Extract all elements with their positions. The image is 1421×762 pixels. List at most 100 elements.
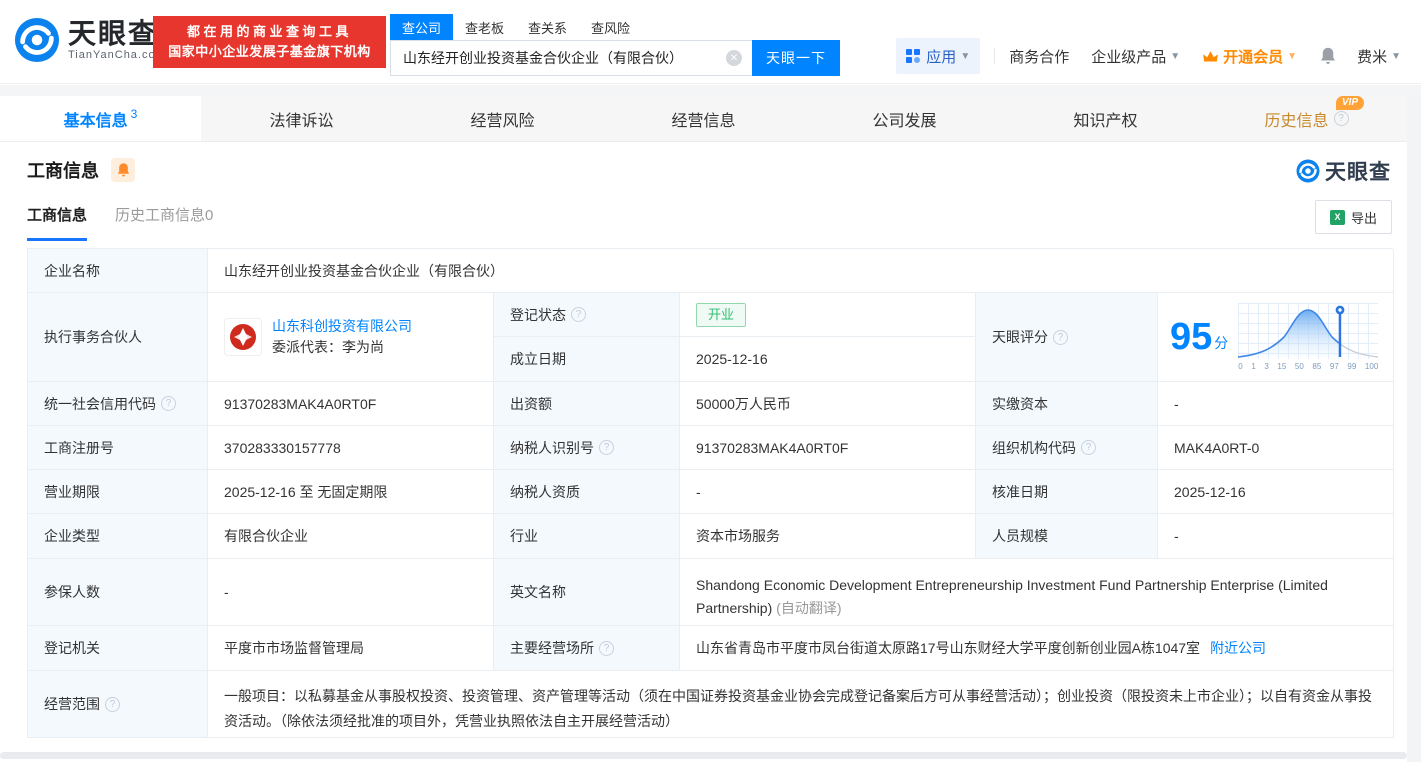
notification-bell-icon[interactable] bbox=[1319, 46, 1337, 66]
main-tabbar: 基本信息 3 法律诉讼 经营风险 经营信息 公司发展 知识产权 历史信息 VIP bbox=[0, 96, 1407, 142]
search-tab-risk[interactable]: 查风险 bbox=[579, 14, 642, 40]
value-main-address: 山东省青岛市平度市凤台街道太原路17号山东财经大学平度创新创业园A栋1047室 … bbox=[680, 626, 1394, 671]
tab-label: 法律诉讼 bbox=[269, 112, 334, 130]
value-english-name: Shandong Economic Development Entreprene… bbox=[680, 559, 1394, 626]
label-text: 组织机构代码 bbox=[992, 439, 1076, 456]
promo-line1: 都在用的商业查询工具 bbox=[186, 24, 352, 39]
nav-business-cooperation[interactable]: 商务合作 bbox=[1009, 46, 1069, 67]
tianyancha-watermark: 天眼查 bbox=[1296, 156, 1391, 186]
label-taxpayer-id: 纳税人识别号 bbox=[494, 426, 680, 470]
export-button[interactable]: 导出 bbox=[1314, 200, 1392, 234]
value-establish-date: 2025-12-16 bbox=[680, 337, 976, 382]
username: 费米 bbox=[1357, 48, 1388, 66]
header-nav: 应用 ▼ 商务合作 企业级产品 ▼ 开通会员 ▼ 费米 ▼ bbox=[896, 38, 1405, 74]
tab-intellectual-property[interactable]: 知识产权 bbox=[1005, 96, 1206, 141]
value-registration-number: 370283330157778 bbox=[208, 426, 494, 470]
label-insured-count: 参保人数 bbox=[28, 559, 208, 626]
tab-operation-risk[interactable]: 经营风险 bbox=[402, 96, 603, 141]
tianyancha-logo[interactable]: 天眼查 TianYanCha.com bbox=[14, 17, 166, 63]
tab-history-info[interactable]: 历史信息 VIP bbox=[1206, 96, 1407, 141]
promo-line2: 国家中小企业发展子基金旗下机构 bbox=[168, 44, 371, 59]
clear-search-icon[interactable] bbox=[726, 50, 742, 66]
crown-icon bbox=[1203, 50, 1219, 61]
help-icon[interactable] bbox=[599, 640, 614, 656]
label-approval-date: 核准日期 bbox=[976, 470, 1158, 514]
label-credit-code: 统一社会信用代码 bbox=[28, 382, 208, 426]
auto-translate-note: (自动翻译) bbox=[776, 600, 842, 616]
label-text: 主要经营场所 bbox=[510, 640, 594, 656]
tab-operation-info[interactable]: 经营信息 bbox=[603, 96, 804, 141]
label-business-term: 营业期限 bbox=[28, 470, 208, 514]
label-staff-size: 人员规模 bbox=[976, 514, 1158, 559]
score-axis-ticks: 01 3 15 50 85 97 99 100 bbox=[1238, 362, 1379, 371]
apps-menu-button[interactable]: 应用 ▼ bbox=[896, 38, 981, 74]
excel-icon bbox=[1329, 209, 1345, 225]
partner-name-link[interactable]: 山东科创投资有限公司 bbox=[272, 318, 412, 334]
nearby-companies-link[interactable]: 附近公司 bbox=[1210, 638, 1266, 658]
value-registry-authority: 平度市市场监督管理局 bbox=[208, 626, 494, 671]
enterprise-label: 企业级产品 bbox=[1091, 48, 1167, 66]
logo-domain: TianYanCha.com bbox=[68, 49, 166, 61]
search-tab-company[interactable]: 查公司 bbox=[390, 14, 454, 40]
help-icon[interactable] bbox=[161, 396, 176, 411]
label-establish-date: 成立日期 bbox=[494, 337, 680, 382]
label-business-scope: 经营范围 bbox=[28, 671, 208, 738]
help-icon[interactable] bbox=[1053, 329, 1068, 345]
apps-label: 应用 bbox=[926, 48, 957, 66]
partner-company-logo[interactable] bbox=[224, 318, 262, 356]
value-business-term: 2025-12-16 至 无固定期限 bbox=[208, 470, 494, 514]
tab-legal-litigation[interactable]: 法律诉讼 bbox=[201, 96, 402, 141]
tianyancha-eye-icon bbox=[1296, 159, 1320, 183]
status-badge: 开业 bbox=[696, 302, 747, 327]
value-approval-date: 2025-12-16 bbox=[1158, 470, 1394, 514]
value-credit-code: 91370283MAK4A0RT0F bbox=[208, 382, 494, 426]
score-distribution-chart: 01 3 15 50 85 97 99 100 bbox=[1238, 303, 1379, 371]
label-text: 经营范围 bbox=[44, 696, 100, 712]
tab-basic-info[interactable]: 基本信息 3 bbox=[0, 96, 201, 141]
chevron-down-icon: ▼ bbox=[1287, 50, 1298, 62]
user-menu[interactable]: 费米 ▼ bbox=[1357, 46, 1401, 67]
label-text: 天眼评分 bbox=[992, 329, 1048, 345]
search-tab-boss[interactable]: 查老板 bbox=[453, 14, 516, 40]
value-company-name: 山东经开创业投资基金合伙企业（有限合伙） bbox=[208, 249, 1394, 293]
help-icon[interactable] bbox=[571, 307, 586, 322]
tab-company-development[interactable]: 公司发展 bbox=[804, 96, 1005, 141]
help-icon[interactable] bbox=[599, 440, 614, 455]
search-button[interactable]: 天眼一下 bbox=[752, 40, 840, 76]
nav-open-vip[interactable]: 开通会员 ▼ bbox=[1202, 46, 1297, 67]
label-capital: 出资额 bbox=[494, 382, 680, 426]
horizontal-scrollbar[interactable] bbox=[0, 752, 1407, 759]
label-text: 统一社会信用代码 bbox=[44, 395, 156, 412]
page-right-gutter bbox=[1407, 96, 1421, 762]
help-icon[interactable] bbox=[1333, 111, 1349, 126]
search-input[interactable] bbox=[390, 40, 752, 76]
tab-label: 知识产权 bbox=[1073, 112, 1138, 130]
value-insured-count: - bbox=[208, 559, 494, 626]
nav-enterprise-products[interactable]: 企业级产品 ▼ bbox=[1091, 46, 1180, 67]
search-tab-relation[interactable]: 查关系 bbox=[516, 14, 579, 40]
tab-label: 基本信息 bbox=[63, 112, 128, 130]
export-label: 导出 bbox=[1350, 210, 1377, 226]
value-staff-size: - bbox=[1158, 514, 1394, 559]
help-icon[interactable] bbox=[105, 696, 120, 712]
label-org-code: 组织机构代码 bbox=[976, 426, 1158, 470]
search-area: 查公司 查老板 查关系 查风险 天眼一下 bbox=[390, 14, 840, 76]
value-paid-capital: - bbox=[1158, 382, 1394, 426]
vip-badge: VIP bbox=[1335, 96, 1364, 110]
value-taxpayer-quality: - bbox=[680, 470, 976, 514]
subscribe-bell-icon[interactable] bbox=[111, 158, 135, 182]
partner-representative: 委派代表：李为尚 bbox=[272, 339, 384, 355]
label-company-type: 企业类型 bbox=[28, 514, 208, 559]
address-text: 山东省青岛市平度市凤台街道太原路17号山东财经大学平度创新创业园A栋1047室 bbox=[696, 640, 1201, 656]
value-taxpayer-id: 91370283MAK4A0RT0F bbox=[680, 426, 976, 470]
subtab-history-business-info[interactable]: 历史工商信息0 bbox=[115, 204, 213, 241]
subtab-business-info[interactable]: 工商信息 bbox=[27, 204, 88, 241]
value-registration-status: 开业 bbox=[680, 293, 976, 337]
label-english-name: 英文名称 bbox=[494, 559, 680, 626]
label-registration-number: 工商注册号 bbox=[28, 426, 208, 470]
value-executive-partner: 山东科创投资有限公司 委派代表：李为尚 bbox=[208, 293, 494, 382]
chevron-down-icon: ▼ bbox=[1391, 50, 1401, 62]
help-icon[interactable] bbox=[1081, 440, 1096, 455]
label-registration-status: 登记状态 bbox=[494, 293, 680, 337]
label-tianyan-score: 天眼评分 bbox=[976, 293, 1158, 382]
